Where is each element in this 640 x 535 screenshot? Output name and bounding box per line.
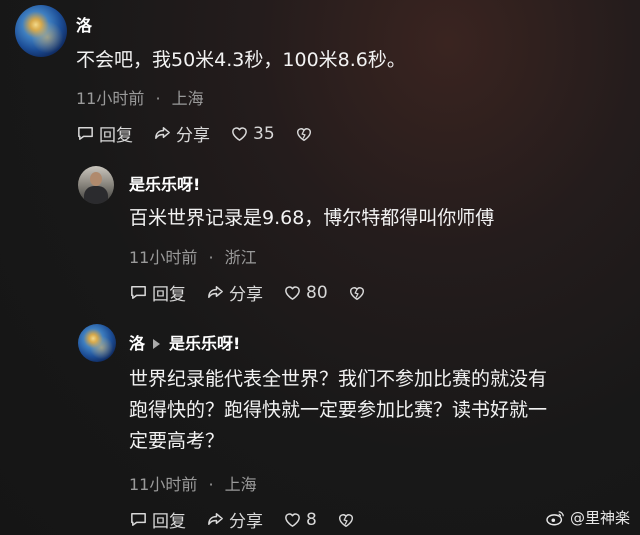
weibo-watermark: @里神楽	[546, 507, 630, 528]
meta-separator: ·	[208, 475, 214, 494]
user-avatar[interactable]	[78, 324, 116, 362]
reply-header: 洛 是乐乐呀!	[129, 330, 240, 354]
meta-separator: ·	[208, 248, 214, 267]
reply-target-username[interactable]: 是乐乐呀!	[169, 334, 240, 353]
username[interactable]: 洛	[76, 12, 92, 36]
reply-icon	[78, 127, 93, 140]
weibo-logo-icon	[546, 510, 564, 525]
like-count: 35	[253, 123, 275, 144]
comment-time: 11小时前	[129, 248, 198, 267]
share-icon	[208, 286, 223, 299]
comment-time: 11小时前	[76, 89, 145, 108]
reply-icon	[131, 286, 146, 299]
user-avatar[interactable]	[78, 166, 114, 204]
like-count: 8	[306, 509, 317, 530]
comment-text: 百米世界记录是9.68，博尔特都得叫你师傅	[129, 207, 495, 229]
like-button[interactable]: 80	[283, 283, 328, 303]
like-count: 80	[306, 282, 328, 303]
reply-button[interactable]: 回复	[129, 280, 186, 305]
comment-time: 11小时前	[129, 475, 198, 494]
comment-meta: 11小时前 · 浙江	[129, 244, 257, 268]
heart-icon	[232, 127, 247, 141]
share-icon	[208, 513, 223, 526]
share-label: 分享	[229, 512, 263, 532]
share-button[interactable]: 分享	[153, 121, 210, 146]
dislike-button[interactable]	[337, 511, 355, 529]
reply-button[interactable]: 回复	[76, 121, 133, 146]
like-button[interactable]: 8	[283, 510, 317, 530]
reply-arrow-icon	[153, 339, 161, 349]
comment-text: 世界纪录能代表全世界？我们不参加比赛的就没有 跑得快的？跑得快就一定要参加比赛？…	[129, 364, 547, 457]
watermark-text: @里神楽	[569, 509, 630, 527]
avatar-body	[84, 186, 108, 204]
dislike-button[interactable]	[348, 284, 366, 302]
comment-text: 不会吧，我50米4.3秒，100米8.6秒。	[76, 49, 406, 71]
comment-location: 上海	[171, 89, 204, 108]
comment-text-line: 世界纪录能代表全世界？我们不参加比赛的就没有	[129, 368, 548, 390]
heart-icon	[285, 513, 300, 527]
comment-text-line: 跑得快的？跑得快就一定要参加比赛？读书好就一	[129, 399, 548, 421]
user-avatar[interactable]	[15, 5, 67, 57]
share-label: 分享	[229, 285, 263, 305]
share-label: 分享	[176, 126, 210, 146]
broken-heart-icon	[296, 127, 311, 141]
comment-text-line: 定要高考？	[129, 430, 225, 452]
reply-label: 回复	[152, 512, 186, 532]
reply-label: 回复	[99, 126, 133, 146]
meta-separator: ·	[155, 89, 161, 108]
comment-actions: 回复 分享 8	[129, 507, 375, 532]
broken-heart-icon	[349, 286, 364, 300]
comment-actions: 回复 分享 80	[129, 280, 386, 305]
heart-icon	[285, 286, 300, 300]
dislike-button[interactable]	[295, 125, 313, 143]
share-button[interactable]: 分享	[206, 507, 263, 532]
reply-button[interactable]: 回复	[129, 507, 186, 532]
share-button[interactable]: 分享	[206, 280, 263, 305]
comment-location: 上海	[224, 475, 257, 494]
avatar-head	[90, 172, 102, 186]
broken-heart-icon	[338, 513, 353, 527]
share-icon	[155, 127, 170, 140]
username[interactable]: 是乐乐呀!	[129, 171, 200, 195]
comment-meta: 11小时前 · 上海	[76, 85, 204, 109]
comment-meta: 11小时前 · 上海	[129, 471, 257, 495]
reply-icon	[131, 513, 146, 526]
comment-location: 浙江	[224, 248, 257, 267]
like-button[interactable]: 35	[230, 124, 275, 144]
comment-actions: 回复 分享 35	[76, 121, 333, 146]
username[interactable]: 洛	[129, 334, 145, 353]
reply-label: 回复	[152, 285, 186, 305]
